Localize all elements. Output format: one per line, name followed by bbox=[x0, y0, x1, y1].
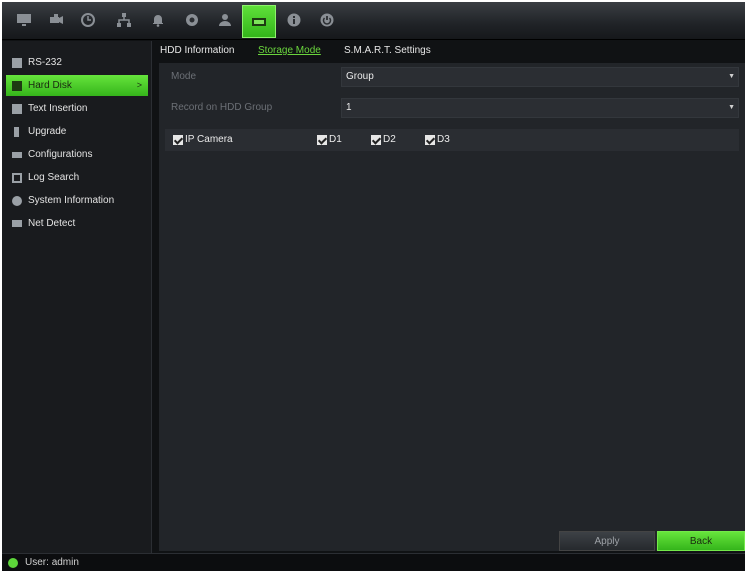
sidebar-item-log-search[interactable]: Log Search bbox=[6, 167, 148, 188]
ip-camera-label: IP Camera bbox=[185, 134, 233, 145]
user-icon[interactable] bbox=[213, 8, 237, 32]
record-icon[interactable] bbox=[180, 8, 204, 32]
ip-camera-checkbox[interactable]: IP Camera bbox=[173, 134, 233, 145]
tab-hdd-information[interactable]: HDD Information bbox=[160, 45, 234, 56]
hard-disk-icon bbox=[12, 80, 22, 91]
sidebar-item-label: Hard Disk bbox=[28, 80, 72, 91]
sidebar-item-upgrade[interactable]: Upgrade bbox=[6, 121, 148, 142]
text-insertion-icon bbox=[12, 103, 22, 114]
top-toolbar bbox=[2, 2, 745, 40]
dropdown-arrow-icon: ▼ bbox=[728, 73, 735, 80]
sidebar-item-label: Upgrade bbox=[28, 126, 67, 137]
camera-d1-checkbox[interactable]: D1 bbox=[317, 134, 342, 145]
sidebar-item-label: RS-232 bbox=[28, 57, 62, 68]
sidebar-item-text-insertion[interactable]: Text Insertion bbox=[6, 98, 148, 119]
mode-select[interactable]: Group ▼ bbox=[341, 67, 739, 87]
camera-d3-checkbox[interactable]: D3 bbox=[425, 134, 450, 145]
sidebar-menu: RS-232 Hard Disk > Text Insertion Upgrad… bbox=[2, 41, 152, 553]
sidebar-item-net-detect[interactable]: Net Detect bbox=[6, 213, 148, 234]
sidebar-item-label: Configurations bbox=[28, 149, 93, 160]
net-detect-icon bbox=[12, 220, 22, 227]
sidebar-item-label: Log Search bbox=[28, 172, 80, 183]
sidebar-item-configurations[interactable]: Configurations bbox=[6, 144, 148, 165]
tab-storage-mode[interactable]: Storage Mode bbox=[258, 45, 321, 56]
mode-label: Mode bbox=[171, 71, 197, 82]
sidebar-item-label: Text Insertion bbox=[28, 103, 88, 114]
info-icon[interactable] bbox=[282, 8, 306, 32]
back-button[interactable]: Back bbox=[657, 531, 745, 551]
sidebar-item-label: System Information bbox=[28, 195, 115, 206]
camera-d2-checkbox[interactable]: D2 bbox=[371, 134, 396, 145]
sidebar-item-hard-disk[interactable]: Hard Disk > bbox=[6, 75, 148, 96]
configurations-icon bbox=[12, 151, 22, 158]
record-group-value: 1 bbox=[346, 102, 352, 113]
storage-mode-panel: Mode Group ▼ Record on HDD Group 1 ▼ IP … bbox=[159, 63, 745, 551]
tab-smart-settings[interactable]: S.M.A.R.T. Settings bbox=[344, 45, 431, 56]
camera-icon[interactable] bbox=[44, 8, 68, 32]
chevron-right-icon: > bbox=[136, 80, 142, 90]
camera-d2-label: D2 bbox=[383, 134, 396, 145]
power-icon[interactable] bbox=[315, 8, 339, 32]
camera-selection-row: IP Camera D1 D2 D3 bbox=[165, 129, 739, 151]
clock-icon[interactable] bbox=[76, 8, 100, 32]
apply-button[interactable]: Apply bbox=[559, 531, 655, 551]
device-icon[interactable] bbox=[242, 5, 276, 38]
mode-value: Group bbox=[346, 71, 374, 82]
camera-d3-label: D3 bbox=[437, 134, 450, 145]
record-group-row: Record on HDD Group 1 ▼ bbox=[165, 98, 739, 118]
network-icon[interactable] bbox=[112, 8, 136, 32]
upgrade-icon bbox=[14, 126, 19, 137]
user-prefix: User: bbox=[25, 557, 49, 568]
mode-row: Mode Group ▼ bbox=[165, 67, 739, 87]
record-group-select[interactable]: 1 ▼ bbox=[341, 98, 739, 118]
camera-d1-label: D1 bbox=[329, 134, 342, 145]
record-group-label: Record on HDD Group bbox=[171, 102, 273, 113]
system-info-icon bbox=[12, 195, 22, 206]
checkbox-checked-icon bbox=[371, 134, 381, 145]
dvr-settings-screen: RS-232 Hard Disk > Text Insertion Upgrad… bbox=[2, 2, 745, 571]
monitor-icon[interactable] bbox=[12, 8, 36, 32]
user-name: admin bbox=[51, 557, 79, 568]
log-search-icon bbox=[12, 172, 22, 183]
checkbox-checked-icon bbox=[425, 134, 435, 145]
sidebar-item-label: Net Detect bbox=[28, 218, 76, 229]
checkbox-checked-icon bbox=[317, 134, 327, 145]
rs232-icon bbox=[12, 57, 22, 68]
sidebar-item-system-information[interactable]: System Information bbox=[6, 190, 148, 211]
checkbox-checked-icon bbox=[173, 134, 183, 145]
bell-icon[interactable] bbox=[146, 8, 170, 32]
sidebar-item-rs232[interactable]: RS-232 bbox=[6, 52, 148, 73]
user-status-icon bbox=[8, 557, 18, 568]
status-bar: User: admin bbox=[2, 553, 745, 571]
dropdown-arrow-icon: ▼ bbox=[728, 104, 735, 111]
